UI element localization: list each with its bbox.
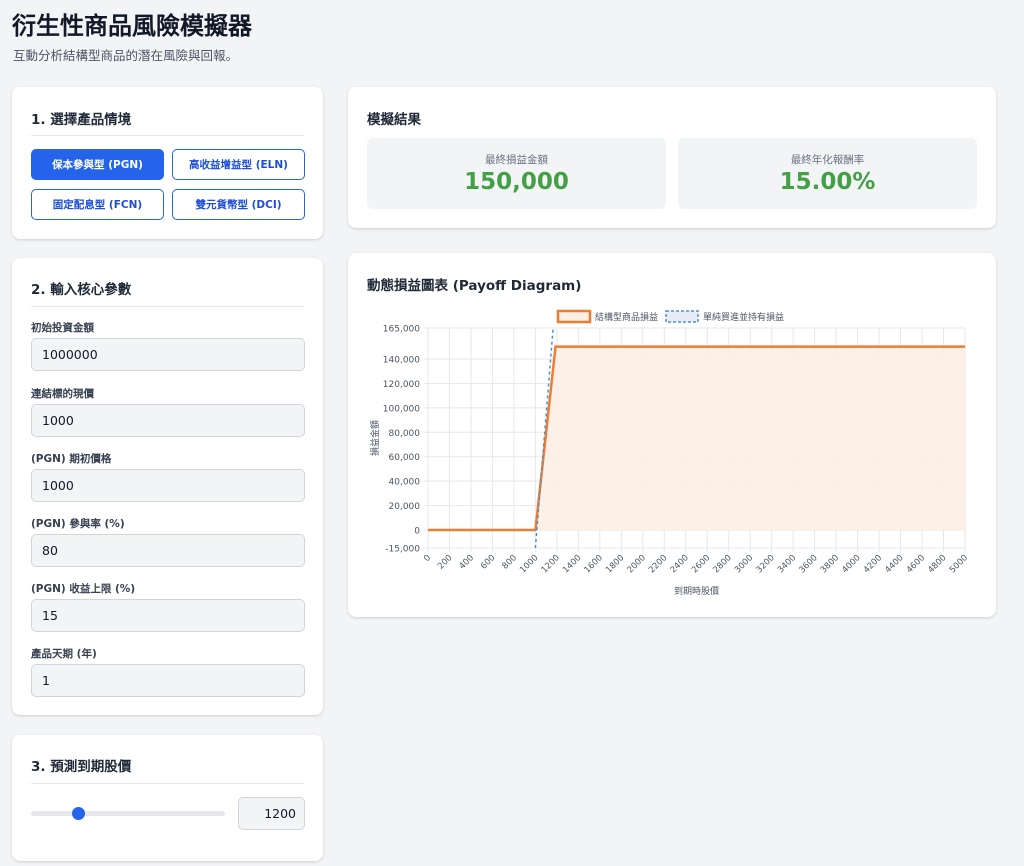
results-panel-title: 模擬結果 (367, 112, 421, 128)
params-panel-title: 2. 輸入核心參數 (31, 282, 132, 298)
initial-price-label: (PGN) 期初價格 (31, 453, 112, 465)
legend-swatch-structured-product (556, 309, 592, 324)
x-tick-label: 1600 (583, 553, 605, 575)
final-pnl-label: 最終損益金額 (485, 154, 548, 166)
forecast-panel-title: 3. 預測到期股價 (31, 759, 132, 775)
participation-rate-input[interactable] (31, 534, 305, 567)
scenario-button-pgn[interactable]: 保本參與型 (PGN) (31, 149, 164, 180)
x-tick-label: 4800 (926, 553, 948, 575)
annualized-return-label: 最終年化報酬率 (790, 154, 865, 166)
return-cap-label: (PGN) 收益上限 (%) (31, 583, 136, 595)
x-tick-label: 2600 (690, 553, 712, 575)
final-pnl-value: 150,000 (464, 169, 569, 195)
final-pnl-box: 最終損益金額 150,000 (367, 138, 666, 209)
y-tick-label: 165,000 (383, 325, 420, 335)
initial-price-input[interactable] (31, 469, 305, 502)
x-tick-label: 2800 (711, 553, 733, 575)
scenario-panel-title: 1. 選擇產品情境 (31, 112, 132, 128)
underlying-price-label: 連結標的現價 (31, 388, 94, 400)
x-tick-label: 800 (500, 553, 519, 572)
y-tick-label: 100,000 (383, 404, 420, 414)
x-tick-label: 0 (422, 553, 433, 564)
legend-label-structured-product: 結構型商品損益 (595, 311, 658, 323)
forecast-panel-divider (31, 783, 304, 784)
forecast-price-input[interactable] (238, 797, 305, 830)
investment-amount-label: 初始投資金額 (31, 322, 94, 334)
x-axis-title: 到期時股價 (674, 585, 719, 597)
product-tenor-label: 產品天期 (年) (31, 648, 97, 660)
slider-thumb[interactable] (71, 807, 85, 820)
investment-amount-input[interactable] (31, 338, 305, 371)
y-tick-label: 140,000 (383, 356, 420, 366)
participation-rate-label: (PGN) 參與率 (%) (31, 518, 125, 530)
x-tick-label: 3200 (754, 553, 776, 575)
x-tick-label: 3000 (733, 553, 755, 575)
y-tick-label: 80,000 (389, 429, 421, 439)
x-tick-label: 4200 (862, 553, 884, 575)
x-tick-label: 1000 (518, 553, 540, 575)
page-title: 衍生性商品風險模擬器 (12, 12, 252, 40)
scenario-button-eln[interactable]: 高收益增益型 (ELN) (172, 149, 305, 180)
y-tick-label: 40,000 (389, 478, 421, 488)
x-tick-label: 1800 (604, 553, 626, 575)
y-tick-label: 20,000 (389, 502, 421, 512)
underlying-price-input[interactable] (31, 404, 305, 437)
x-tick-label: 600 (479, 553, 498, 572)
payoff-chart: 165,000 140,000 120,000 100,000 80,000 60,000… (369, 309, 970, 597)
x-tick-label: 5000 (948, 553, 970, 575)
y-axis-title: 損益金額 (369, 420, 381, 456)
structured-product-area (428, 346, 965, 530)
forecast-panel: 3. 預測到期股價 (12, 735, 323, 861)
x-tick-label: 2400 (669, 553, 691, 575)
chart-panel: 動態損益圖表 (Payoff Diagram) 165,000 140,000 12… (348, 253, 996, 617)
y-tick-label: 120,000 (383, 380, 420, 390)
x-tick-label: 4600 (905, 553, 927, 575)
x-tick-label: 4000 (840, 553, 862, 575)
legend-label-buy-and-hold: 單純買進並持有損益 (703, 311, 784, 323)
x-tick-label: 400 (458, 553, 477, 572)
params-panel-divider (31, 306, 304, 307)
x-tick-label: 4400 (883, 553, 905, 575)
y-tick-label: -15,000 (385, 545, 420, 555)
return-cap-input[interactable] (31, 599, 305, 632)
scenario-panel: 1. 選擇產品情境 保本參與型 (PGN) 高收益增益型 (ELN) 固定配息型… (12, 87, 323, 239)
results-panel: 模擬結果 最終損益金額 150,000 最終年化報酬率 15.00% (348, 87, 996, 228)
x-tick-label: 1400 (561, 553, 583, 575)
annualized-return-value: 15.00% (779, 169, 876, 195)
params-panel: 2. 輸入核心參數 初始投資金額 連結標的現價 (PGN) 期初價格 (PGN)… (12, 258, 323, 715)
x-tick-label: 3600 (797, 553, 819, 575)
legend-swatch-buy-and-hold (665, 310, 699, 323)
x-tick-label: 3400 (776, 553, 798, 575)
scenario-button-fcn[interactable]: 固定配息型 (FCN) (31, 189, 164, 220)
x-tick-label: 200 (436, 553, 455, 572)
x-tick-label: 2000 (626, 553, 648, 575)
x-tick-label: 3800 (819, 553, 841, 575)
y-tick-label: 0 (414, 527, 420, 537)
page-subtitle: 互動分析結構型商品的潛在風險與回報。 (13, 48, 239, 63)
x-tick-label: 2200 (647, 553, 669, 575)
y-tick-label: 60,000 (389, 453, 421, 463)
x-tick-label: 1200 (540, 553, 562, 575)
scenario-button-dci[interactable]: 雙元貨幣型 (DCI) (172, 189, 305, 220)
forecast-price-slider[interactable] (31, 807, 225, 820)
scenario-panel-divider (31, 135, 304, 136)
product-tenor-input[interactable] (31, 664, 305, 697)
annualized-return-box: 最終年化報酬率 15.00% (678, 138, 977, 209)
